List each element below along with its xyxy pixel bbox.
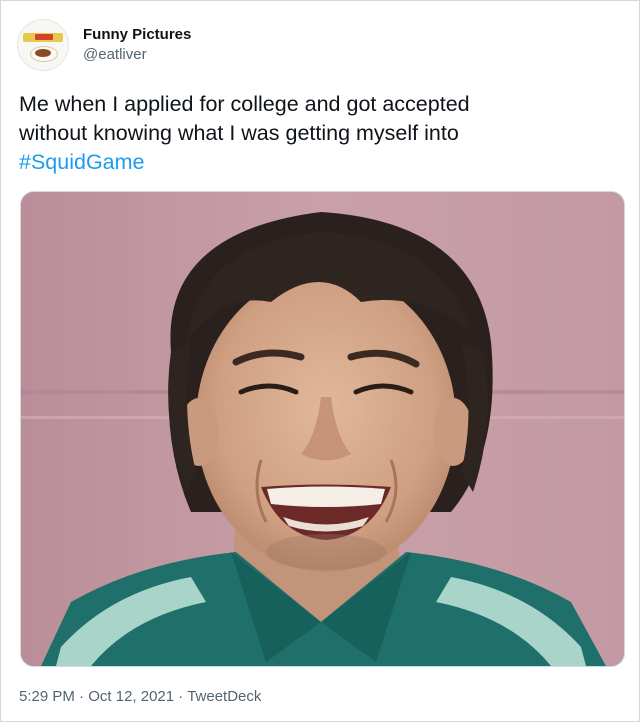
tweet-source[interactable]: TweetDeck	[187, 688, 261, 705]
tweet-photo[interactable]	[20, 191, 625, 667]
tweet-card[interactable]: Funny Pictures @eatliver Me when I appli…	[0, 0, 640, 722]
eatliver-logo-icon[interactable]	[17, 19, 69, 71]
tweet-time[interactable]: 5:29 PM	[19, 688, 75, 705]
meta-separator-2: ·	[178, 688, 184, 705]
tweet-text-line-1: Me when I applied for college and got ac…	[19, 92, 470, 116]
meta-separator-1: ·	[79, 688, 85, 705]
author-display-name[interactable]: Funny Pictures	[83, 25, 191, 45]
author-names: Funny Pictures @eatliver	[83, 25, 191, 65]
tweet-header: Funny Pictures @eatliver	[17, 19, 191, 71]
tweet-text-line-2: without knowing what I was getting mysel…	[19, 121, 459, 145]
tweet-text: Me when I applied for college and got ac…	[19, 90, 619, 177]
avatar-food	[35, 49, 51, 57]
avatar-banner-accent	[35, 34, 53, 40]
photo-smiling-man-icon	[21, 192, 624, 666]
tweet-meta: 5:29 PM · Oct 12, 2021 · TweetDeck	[19, 687, 261, 707]
author-handle[interactable]: @eatliver	[83, 45, 191, 65]
hashtag-link[interactable]: #SquidGame	[19, 148, 619, 177]
tweet-date[interactable]: Oct 12, 2021	[88, 688, 174, 705]
